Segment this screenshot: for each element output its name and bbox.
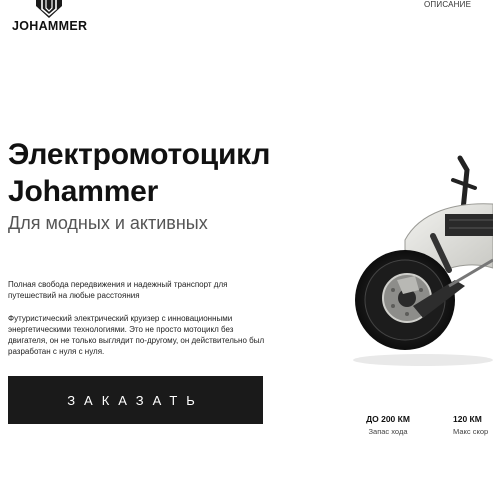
hero-description-2: Футуристический электрический круизер с … <box>8 314 265 356</box>
stat-range-label: Запас хода <box>368 427 408 436</box>
order-button[interactable]: ЗАКАЗАТЬ <box>8 376 263 424</box>
hero-description-1: Полная свобода передвижения и надежный т… <box>8 280 228 300</box>
hero-title-line-1: Электромотоцикл <box>8 138 271 171</box>
hero-title-line-2: Johammer <box>8 175 159 208</box>
logo-emblem-icon <box>36 0 62 18</box>
stat-speed-value: 120 КМ <box>453 414 482 424</box>
stat-speed-label: Макс скор <box>453 427 489 436</box>
hero-subtitle: Для модных и активных <box>8 213 208 233</box>
motorcycle-image <box>353 155 493 366</box>
stat-range-value: ДО 200 КМ <box>366 414 410 424</box>
brand-logo[interactable]: JOHAMMER <box>12 0 88 34</box>
hero-title: Электромотоцикл Johammer <box>8 136 270 210</box>
stat-range: ДО 200 КМ Запас хода <box>358 414 418 436</box>
logo-text: JOHAMMER <box>12 19 88 33</box>
stat-speed: 120 КМ Макс скор <box>453 414 493 436</box>
nav-link-description[interactable]: ОПИСАНИЕ <box>424 0 471 9</box>
